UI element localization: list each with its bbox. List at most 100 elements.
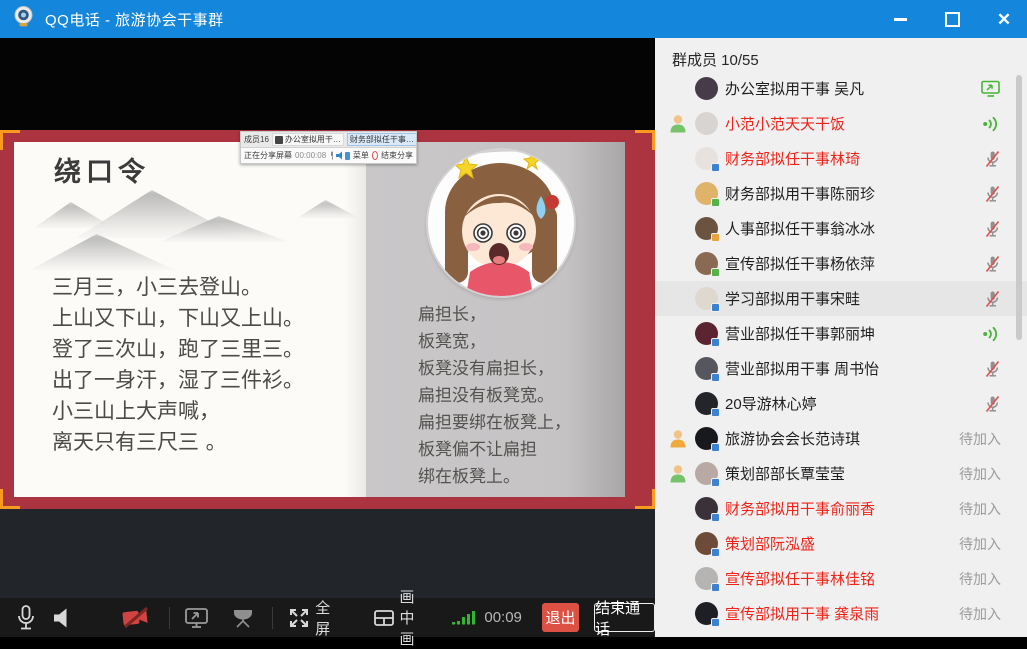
poem-line: 扁担没有板凳宽。 bbox=[418, 383, 571, 410]
poem-line: 离天只有三尺三 。 bbox=[52, 427, 304, 458]
share-bar-office-tab[interactable]: 办公室拟用干… bbox=[272, 133, 344, 146]
share-bar-finance-tab[interactable]: 财务部拟任干事… bbox=[347, 133, 416, 146]
share-corner-marker bbox=[635, 130, 655, 150]
maximize-button[interactable] bbox=[939, 6, 965, 32]
member-status bbox=[947, 150, 1027, 168]
exit-button[interactable]: 退出 bbox=[542, 603, 579, 632]
avatar[interactable] bbox=[695, 112, 718, 135]
avatar[interactable] bbox=[695, 567, 718, 590]
member-row[interactable]: 策划部部长覃莹莹待加入 bbox=[655, 456, 1027, 491]
member-name: 财务部拟任干事林琦 bbox=[725, 148, 947, 169]
avatar[interactable] bbox=[695, 252, 718, 275]
scrollbar-thumb[interactable] bbox=[1016, 75, 1022, 340]
close-button[interactable]: ✕ bbox=[991, 6, 1017, 32]
device-badge-icon bbox=[711, 198, 720, 207]
share-bar-member-tab[interactable]: 成员16 bbox=[244, 134, 269, 145]
member-row[interactable]: 营业部拟用干事 周书怡 bbox=[655, 351, 1027, 386]
avatar[interactable] bbox=[695, 322, 718, 345]
avatar[interactable] bbox=[695, 182, 718, 205]
member-row[interactable]: 20导游林心婷 bbox=[655, 386, 1027, 421]
present-button[interactable] bbox=[230, 606, 256, 630]
share-menu-label[interactable]: 菜单 bbox=[353, 150, 369, 161]
microphone-button[interactable] bbox=[16, 605, 36, 631]
member-name: 宣传部拟用干事 龚泉雨 bbox=[725, 603, 947, 624]
member-row[interactable]: 财务部拟用干事俞丽香待加入 bbox=[655, 491, 1027, 526]
share-timer: 00:00:08 bbox=[295, 151, 326, 160]
avatar[interactable] bbox=[695, 287, 718, 310]
poem-line: 三月三，小三去登山。 bbox=[52, 272, 304, 303]
member-role-icon bbox=[668, 464, 688, 483]
mic-muted-icon bbox=[984, 290, 1001, 308]
slide-page-right: 扁担长，板凳宽，板凳没有扁担长，扁担没有板凳宽。扁担要绑在板凳上，板凳偏不让扁担… bbox=[366, 142, 625, 497]
device-badge-icon bbox=[711, 478, 720, 487]
avatar[interactable] bbox=[695, 392, 718, 415]
member-row[interactable]: 学习部拟用干事宋畦 bbox=[655, 281, 1027, 316]
member-row[interactable]: 宣传部拟用干事 龚泉雨待加入 bbox=[655, 596, 1027, 631]
speaking-icon bbox=[982, 116, 1001, 132]
mountain-art bbox=[297, 200, 359, 218]
member-name: 学习部拟用干事宋畦 bbox=[725, 288, 947, 309]
mini-menu-icon[interactable] bbox=[345, 152, 350, 160]
slide-page-left: 绕口令 三月三，小三去登山。上山又下山，下山又上山。登了三次山，跑了三里三。出了… bbox=[14, 142, 366, 497]
member-status: 待加入 bbox=[947, 534, 1027, 554]
avatar[interactable] bbox=[695, 357, 718, 380]
member-role-slot bbox=[668, 429, 695, 448]
device-badge-icon bbox=[711, 618, 720, 627]
member-row[interactable]: 策划部阮泓盛待加入 bbox=[655, 526, 1027, 561]
poem-line: 小三山上大声喊， bbox=[52, 396, 304, 427]
member-row[interactable]: 营业部拟任干事郭丽坤 bbox=[655, 316, 1027, 351]
share-status-text: 正在分享屏幕 bbox=[244, 150, 292, 161]
signal-strength-icon bbox=[452, 609, 476, 626]
screen-share-floating-bar: 成员16 办公室拟用干… 财务部拟任干事… ▸ 正在分享屏幕 00:00:08 … bbox=[240, 131, 417, 164]
pending-label: 待加入 bbox=[959, 499, 1001, 519]
speaking-icon bbox=[982, 326, 1001, 342]
avatar[interactable] bbox=[695, 217, 718, 240]
end-call-button[interactable]: 结束通话 bbox=[594, 603, 655, 632]
device-badge-icon bbox=[711, 583, 720, 592]
avatar[interactable] bbox=[695, 462, 718, 485]
fullscreen-button[interactable] bbox=[288, 607, 310, 629]
device-badge-icon bbox=[711, 548, 720, 557]
close-icon: ✕ bbox=[997, 11, 1011, 28]
member-row[interactable]: 旅游协会会长范诗琪待加入 bbox=[655, 421, 1027, 456]
members-panel: 群成员 10/55 办公室拟用干事 吴凡小范小范天天干饭财务部拟任干事林琦财务部… bbox=[655, 38, 1027, 637]
avatar[interactable] bbox=[695, 532, 718, 555]
member-row[interactable]: 人事部拟任干事翁冰冰 bbox=[655, 211, 1027, 246]
device-badge-icon bbox=[711, 513, 720, 522]
member-row[interactable]: 财务部拟任干事林琦 bbox=[655, 141, 1027, 176]
camera-off-button[interactable] bbox=[121, 606, 151, 630]
member-name: 财务部拟用干事陈丽珍 bbox=[725, 183, 947, 204]
pending-label: 待加入 bbox=[959, 534, 1001, 554]
member-name: 宣传部拟任干事林佳铭 bbox=[725, 568, 947, 589]
avatar[interactable] bbox=[695, 497, 718, 520]
share-screen-button[interactable] bbox=[184, 606, 210, 630]
mini-end-share-icon[interactable] bbox=[372, 151, 378, 160]
end-share-label[interactable]: 结束分享 bbox=[381, 150, 413, 161]
pip-button[interactable] bbox=[373, 608, 395, 628]
call-duration: 00:09 bbox=[484, 609, 522, 626]
screen-sharing-icon bbox=[981, 80, 1001, 97]
pending-label: 待加入 bbox=[959, 464, 1001, 484]
member-row[interactable]: 宣传部拟任干事林佳铭待加入 bbox=[655, 561, 1027, 596]
member-role-slot bbox=[668, 464, 695, 483]
mini-speaker-icon bbox=[336, 151, 341, 160]
fullscreen-label[interactable]: 全屏 bbox=[315, 597, 334, 639]
member-status bbox=[947, 116, 1027, 132]
member-row[interactable]: 小范小范天天干饭 bbox=[655, 106, 1027, 141]
poem-line: 板凳宽， bbox=[418, 329, 571, 356]
call-toolbar: 全屏 画中画 00:09 退出 结束通话 bbox=[0, 598, 655, 637]
minimize-button[interactable] bbox=[887, 6, 913, 32]
member-name: 办公室拟用干事 吴凡 bbox=[725, 78, 947, 99]
member-status bbox=[947, 360, 1027, 378]
avatar[interactable] bbox=[695, 602, 718, 625]
pip-label[interactable]: 画中画 bbox=[400, 586, 429, 649]
speaker-button[interactable] bbox=[53, 607, 71, 629]
member-status: 待加入 bbox=[947, 569, 1027, 589]
member-row[interactable]: 宣传部拟任干事杨依萍 bbox=[655, 246, 1027, 281]
avatar[interactable] bbox=[695, 147, 718, 170]
avatar[interactable] bbox=[695, 427, 718, 450]
member-row[interactable]: 财务部拟用干事陈丽珍 bbox=[655, 176, 1027, 211]
avatar[interactable] bbox=[695, 77, 718, 100]
member-name: 20导游林心婷 bbox=[725, 393, 947, 414]
member-row[interactable]: 办公室拟用干事 吴凡 bbox=[655, 71, 1027, 106]
